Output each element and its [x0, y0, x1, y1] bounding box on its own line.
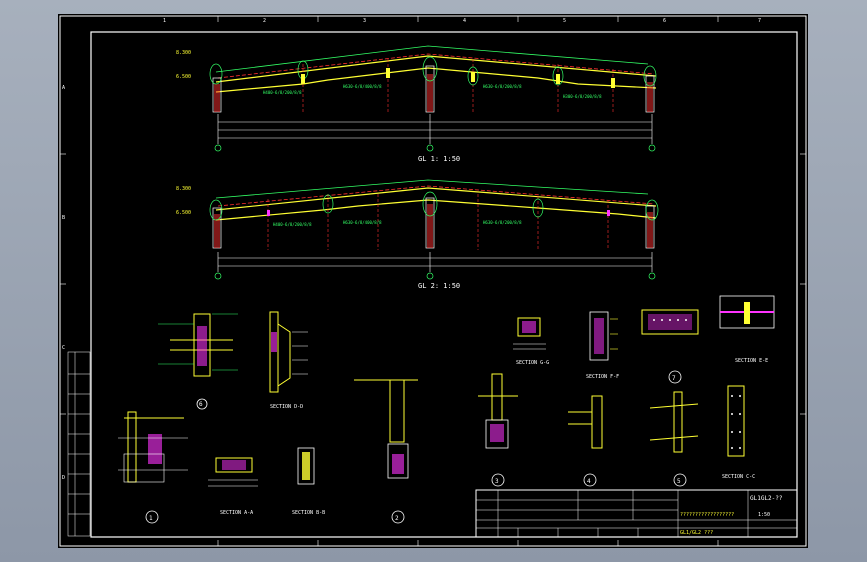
section-aa[interactable]: SECTION A-A	[208, 457, 258, 516]
grid-col-label: 6	[663, 18, 666, 24]
section-dd-title: SECTION D-D	[270, 404, 303, 410]
project-name: ??????????????????	[680, 512, 734, 518]
grid-row-label: A	[62, 85, 65, 91]
grid-row-label: D	[62, 475, 65, 481]
svg-text:H630-6/8/400/8/8: H630-6/8/400/8/8	[343, 84, 382, 89]
revision-table	[67, 351, 91, 537]
section-cc-title: SECTION C-C	[722, 474, 755, 480]
grid-col-label: 4	[463, 18, 466, 24]
grid-col-label: 2	[263, 18, 266, 24]
detail-1-label: 1	[149, 515, 153, 522]
grid-col-label: 3	[363, 18, 366, 24]
detail-4[interactable]: 4	[568, 395, 603, 487]
grid-labels: 1 2 3 4 5 6 7 A B C D	[62, 18, 761, 481]
detail-4-label: 4	[587, 478, 591, 485]
svg-text:H630-6/8/200/8/8: H630-6/8/200/8/8	[483, 220, 522, 225]
detail-2[interactable]: 2	[354, 379, 418, 524]
detail-6[interactable]: 6	[158, 313, 238, 410]
detail-2-label: 2	[395, 515, 399, 522]
grid-row-label: B	[62, 215, 65, 221]
svg-text:H400-6/8/200/8/8: H400-6/8/200/8/8	[263, 90, 302, 95]
section-ff[interactable]: SECTION F-F	[586, 311, 619, 380]
detail-3-label: 3	[495, 478, 499, 485]
svg-text:H400-6/8/200/8/8: H400-6/8/200/8/8	[273, 222, 312, 227]
grid-col-label: 5	[563, 18, 566, 24]
elev1-top-level: 8.300	[176, 50, 191, 56]
drawing-sheet: 1 2 3 4 5 6 7 A B C D H400-6/8/200/8/8 H…	[58, 14, 808, 548]
title-block[interactable]: GL1GL2-?? ?????????????????? 1:50 GL1/GL…	[475, 489, 798, 538]
elevation-gl2[interactable]: H400-6/8/200/8/8 H630-6/8/400/8/8 H630-6…	[176, 179, 659, 290]
detail-5-label: 5	[677, 478, 681, 485]
sheet-code: GL1/GL2 ???	[680, 530, 713, 536]
grid-col-label: 7	[758, 18, 761, 24]
elev2-top-level: 8.300	[176, 186, 191, 192]
detail-5[interactable]: 5	[649, 391, 699, 487]
section-ee-title: SECTION E-E	[735, 358, 768, 364]
detail-7[interactable]: 7	[641, 309, 699, 384]
drawing-svg: 1 2 3 4 5 6 7 A B C D H400-6/8/200/8/8 H…	[59, 15, 807, 547]
svg-text:H300-6/8/200/8/8: H300-6/8/200/8/8	[563, 94, 602, 99]
detail-1[interactable]: 1	[118, 411, 188, 524]
detail-3[interactable]: 3	[478, 373, 518, 487]
section-gg[interactable]: SECTION G-G	[513, 317, 549, 366]
svg-text:H630-6/8/200/8/8: H630-6/8/200/8/8	[483, 84, 522, 89]
section-cc[interactable]: SECTION C-C	[722, 385, 755, 480]
elev2-bottom-level: 6.500	[176, 210, 191, 216]
section-dd[interactable]: SECTION D-D	[269, 311, 308, 410]
drawing-scale: 1:50	[758, 512, 770, 518]
elev1-bottom-level: 6.500	[176, 74, 191, 80]
section-bb[interactable]: SECTION B-B	[292, 447, 325, 516]
detail-7-label: 7	[672, 375, 676, 382]
section-ff-title: SECTION F-F	[586, 374, 619, 380]
drawing-number: GL1GL2-??	[750, 495, 783, 502]
detail-6-label: 6	[199, 401, 203, 408]
section-aa-title: SECTION A-A	[220, 510, 253, 516]
cad-viewport[interactable]: 1 2 3 4 5 6 7 A B C D H400-6/8/200/8/8 H…	[0, 0, 867, 562]
svg-text:H630-6/8/400/8/8: H630-6/8/400/8/8	[343, 220, 382, 225]
elevation-gl1[interactable]: H400-6/8/200/8/8 H630-6/8/400/8/8 H630-6…	[176, 45, 657, 163]
grid-col-label: 1	[163, 18, 166, 24]
elev1-title: GL 1: 1:50	[418, 155, 460, 163]
section-gg-title: SECTION G-G	[516, 360, 549, 366]
section-bb-title: SECTION B-B	[292, 510, 325, 516]
section-ee[interactable]: SECTION E-E	[719, 295, 775, 364]
elev2-title: GL 2: 1:50	[418, 282, 460, 290]
grid-row-label: C	[62, 345, 65, 351]
